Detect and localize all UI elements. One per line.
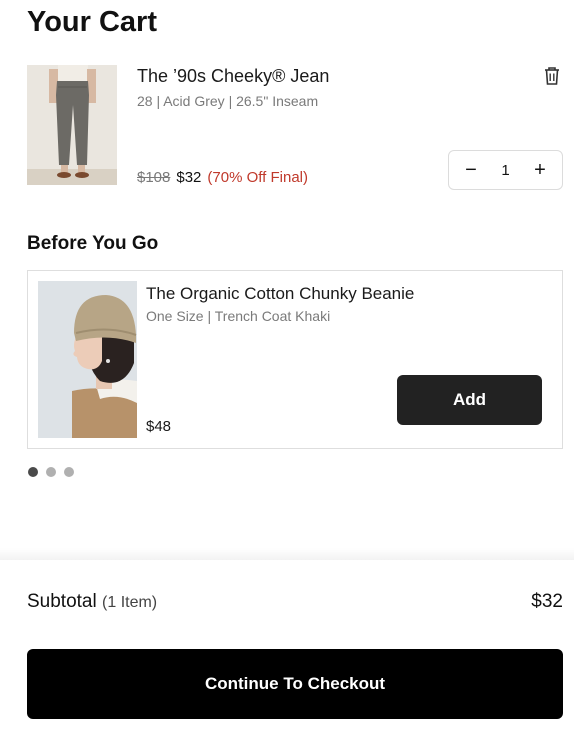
beanie-product-photo xyxy=(38,281,137,438)
beanie-product-image[interactable] xyxy=(38,281,137,438)
cart-item-variant: 28 | Acid Grey | 26.5" Inseam xyxy=(137,93,319,109)
cart-page: Your Cart The ’90s Cheeky® Jean 28 | Aci… xyxy=(0,0,574,736)
price-sale: $32 xyxy=(176,169,202,186)
price-discount: (70% Off Final) xyxy=(207,169,308,186)
checkout-button[interactable]: Continue To Checkout xyxy=(27,649,563,719)
section-heading: Before You Go xyxy=(27,233,159,254)
recommendation-card: The Organic Cotton Chunky Beanie One Siz… xyxy=(27,270,563,449)
page-title: Your Cart xyxy=(27,6,157,38)
quantity-value: 1 xyxy=(501,161,510,179)
recommendation-price: $48 xyxy=(146,418,172,435)
carousel-pagination xyxy=(28,467,74,477)
increase-quantity-button[interactable]: + xyxy=(528,158,552,182)
price-original: $108 xyxy=(137,169,171,186)
recommendation-name[interactable]: The Organic Cotton Chunky Beanie xyxy=(146,284,414,304)
cart-footer: Subtotal (1 Item) $32 Continue To Checko… xyxy=(0,560,574,736)
jeans-product-image[interactable] xyxy=(27,65,117,185)
recommendation-variant: One Size | Trench Coat Khaki xyxy=(146,308,331,324)
cart-item-name[interactable]: The ’90s Cheeky® Jean xyxy=(137,66,329,87)
trash-icon[interactable] xyxy=(541,65,563,87)
jeans-product-photo xyxy=(27,65,117,185)
carousel-dot-2[interactable] xyxy=(46,467,56,477)
decrease-quantity-button[interactable]: − xyxy=(459,158,483,182)
cart-item-price: $108 $32 (70% Off Final) xyxy=(137,169,308,186)
quantity-stepper: − 1 + xyxy=(448,150,563,190)
carousel-dot-3[interactable] xyxy=(64,467,74,477)
subtotal-label: Subtotal (1 Item) xyxy=(27,591,157,613)
subtotal-item-count: (1 Item) xyxy=(102,594,158,611)
subtotal-label-text: Subtotal xyxy=(27,591,97,612)
subtotal-value: $32 xyxy=(531,591,563,612)
carousel-dot-1[interactable] xyxy=(28,467,38,477)
add-button[interactable]: Add xyxy=(397,375,542,425)
